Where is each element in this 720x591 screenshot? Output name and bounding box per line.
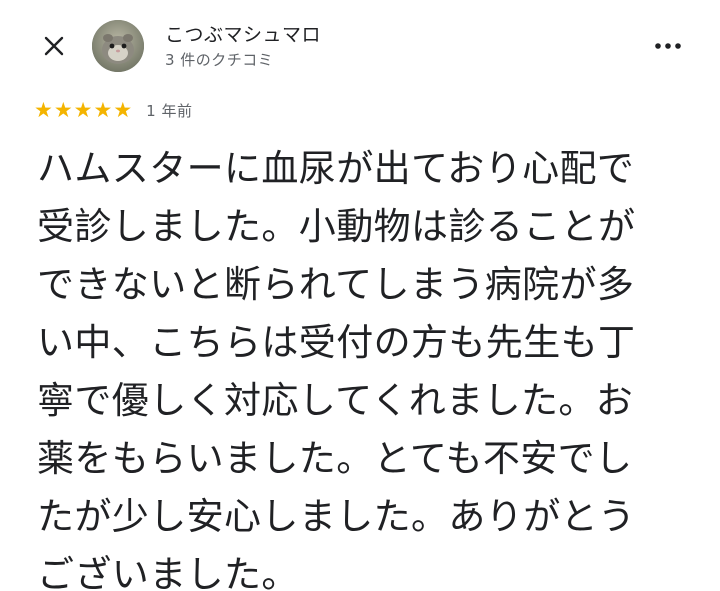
review-text-line: ございました。 <box>37 553 299 591</box>
star-rating: ★ ★ ★ ★ ★ <box>34 99 133 121</box>
star-icon: ★ <box>34 98 53 122</box>
review-text-line: い中、こちらは受付の方も先生も丁 <box>37 321 636 364</box>
review-text-line: できないと断られてしまう病院が多 <box>37 263 635 306</box>
review-text-line: 寧で優しく対応してくれました。お <box>37 379 634 422</box>
author-name[interactable]: こつぶマシュマロ <box>165 20 321 47</box>
star-icon: ★ <box>73 98 93 122</box>
star-icon: ★ <box>53 98 73 122</box>
review-date: 1 年前 <box>146 101 193 120</box>
star-icon: ★ <box>113 98 133 122</box>
close-icon <box>44 36 64 56</box>
hamster-avatar-photo <box>92 20 144 72</box>
star-icon: ★ <box>93 98 113 122</box>
review-text-line: 受診しました。小動物は診ることが <box>37 205 636 248</box>
more-options-button[interactable] <box>646 28 690 64</box>
review-text-line: たが少し安心しました。ありがとう <box>37 495 636 538</box>
rating-row: ★ ★ ★ ★ ★ 1 年前 <box>34 98 192 122</box>
review-body: ハムスターに血尿が出ており心配で 受診しました。小動物は診ることが できないと断… <box>37 140 685 591</box>
author-review-count: 3 件のクチコミ <box>165 51 274 69</box>
close-button[interactable] <box>34 26 74 66</box>
review-header: こつぶマシュマロ 3 件のクチコミ <box>0 0 720 90</box>
avatar[interactable] <box>92 20 144 72</box>
review-text-line: 薬をもらいました。とても不安でし <box>37 437 633 480</box>
more-vert-icon <box>655 43 681 49</box>
review-text-line: ハムスターに血尿が出ており心配で <box>37 147 635 190</box>
